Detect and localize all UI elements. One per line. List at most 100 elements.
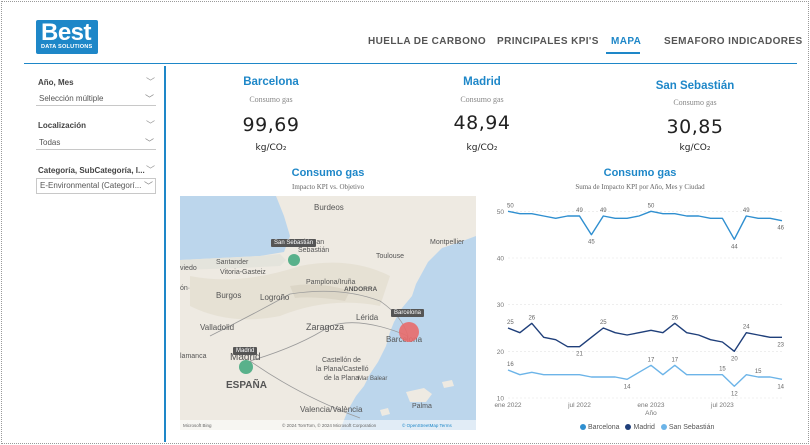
data-label: 26 bbox=[528, 315, 535, 321]
map-label-donostia-2: Sebastián bbox=[298, 247, 329, 254]
series-line-san-sebasti-n bbox=[507, 364, 783, 388]
map-bubble-madrid[interactable] bbox=[239, 360, 253, 374]
series-line-barcelona bbox=[507, 210, 783, 240]
data-label: 21 bbox=[576, 352, 583, 358]
map-attribution: © 2024 TomTom, © 2024 Microsoft Corporat… bbox=[282, 422, 377, 428]
filter-value: Todas bbox=[39, 138, 61, 147]
chart-subtitle: Suma de Impacto KPI por Año, Mes y Ciuda… bbox=[575, 183, 705, 191]
map-label-espana: ESPAÑA bbox=[226, 378, 267, 391]
data-label: 49 bbox=[576, 208, 583, 214]
map-label-santander: Santander bbox=[216, 259, 249, 266]
data-label: 20 bbox=[731, 356, 738, 362]
map-label-burgos: Burgos bbox=[216, 291, 241, 300]
map-subtitle: Impacto KPI vs. Objetivo bbox=[292, 183, 364, 191]
map-canvas[interactable]: Burdeos Montpellier Toulouse Santander V… bbox=[180, 196, 476, 430]
data-label: 15 bbox=[755, 369, 762, 375]
data-label: 50 bbox=[648, 203, 655, 209]
map-label-salamanca: lamanca bbox=[180, 353, 207, 360]
map-label-palma: Palma bbox=[412, 403, 432, 410]
collapse-chevron-icon[interactable]: ﹀ bbox=[146, 163, 155, 176]
header-divider bbox=[24, 63, 797, 64]
data-label: 24 bbox=[743, 325, 750, 331]
map-label-zaragoza: Zaragoza bbox=[306, 322, 344, 332]
legend-dot-barcelona bbox=[580, 424, 586, 430]
kpi-unit: kg/CO₂ bbox=[466, 143, 498, 153]
data-label: 16 bbox=[507, 362, 514, 368]
logo-text: Best bbox=[41, 19, 92, 46]
tab-principales-kpis[interactable]: PRINCIPALES KPI'S bbox=[497, 36, 599, 47]
kpi-caption: Consumo gas bbox=[460, 95, 504, 104]
data-label: 12 bbox=[731, 391, 738, 397]
bay-of-biscay bbox=[180, 196, 290, 260]
kpi-value: 48,94 bbox=[453, 112, 511, 134]
map-label-valladolid: Valladolid bbox=[200, 323, 234, 332]
data-label: 17 bbox=[671, 357, 678, 363]
filter-value: E-Environmental (Categorí... bbox=[40, 181, 142, 190]
map-label-mar-balear: Mar Balear bbox=[358, 376, 387, 382]
data-label: 49 bbox=[743, 208, 750, 214]
map-bubble-barcelona[interactable] bbox=[399, 322, 419, 342]
data-label: 17 bbox=[648, 357, 655, 363]
map-label-logrono: Logroño bbox=[260, 293, 290, 302]
map-label-lerida: Lérida bbox=[356, 313, 379, 322]
y-tick-label: 50 bbox=[497, 209, 505, 216]
data-label: 46 bbox=[777, 226, 784, 232]
filter-dropdown-ano-mes[interactable]: Selección múltiple ﹀ bbox=[36, 92, 156, 106]
bing-logo: Microsoft Bing bbox=[183, 423, 212, 428]
tab-mapa[interactable]: MAPA bbox=[611, 36, 641, 47]
y-tick-label: 20 bbox=[497, 349, 505, 356]
map-visual[interactable]: Burdeos Montpellier Toulouse Santander V… bbox=[180, 196, 476, 430]
data-label: 26 bbox=[671, 315, 678, 321]
tooltip-madrid: Madrid bbox=[233, 347, 258, 355]
map-bubble-san-sebastian[interactable] bbox=[288, 254, 300, 266]
kpi-unit: kg/CO₂ bbox=[255, 143, 287, 153]
filter-label-localizacion: Localización bbox=[38, 121, 87, 130]
chevron-down-icon: ﹀ bbox=[143, 182, 153, 192]
data-label: 23 bbox=[777, 342, 784, 348]
map-label-burdeos: Burdeos bbox=[314, 203, 344, 212]
brand-logo: Best DATA SOLUTIONS bbox=[36, 19, 98, 54]
tooltip-san-sebastian: San Sebastián bbox=[271, 239, 317, 247]
filter-dropdown-localizacion[interactable]: Todas ﹀ bbox=[36, 136, 156, 150]
data-label: 14 bbox=[777, 384, 784, 390]
legend-dot-madrid bbox=[625, 424, 632, 430]
collapse-chevron-icon[interactable]: ﹀ bbox=[146, 75, 155, 88]
logo-subtext: DATA SOLUTIONS bbox=[41, 44, 93, 50]
map-label-andorra: ANDORRA bbox=[344, 286, 378, 293]
legend-dot-san-sebastian bbox=[660, 424, 667, 430]
map-label-oviedo: viedo bbox=[180, 265, 197, 272]
line-chart[interactable]: 1020304050ene 2022 jul 2022 ene 2023 jul 20… bbox=[482, 196, 794, 422]
data-label: 25 bbox=[507, 320, 514, 326]
collapse-chevron-icon[interactable]: ﹀ bbox=[146, 118, 155, 131]
y-tick-label: 40 bbox=[497, 256, 505, 263]
filter-value: Selección múltiple bbox=[39, 94, 104, 103]
y-tick-label: 30 bbox=[497, 302, 505, 309]
x-tick-label: jul 2022 bbox=[567, 402, 591, 409]
filter-label-ano-mes: Año, Mes bbox=[38, 78, 74, 87]
kpi-caption: Consumo gas bbox=[673, 98, 717, 107]
legend-label: Barcelona bbox=[588, 424, 620, 431]
kpi-caption: Consumo gas bbox=[249, 95, 293, 104]
x-axis-label: Año bbox=[645, 410, 657, 417]
data-label: 44 bbox=[731, 244, 738, 250]
map-label-pamplona: Pamplona/Iruña bbox=[306, 279, 356, 286]
map-title: Consumo gas bbox=[291, 167, 365, 179]
map-label-montpellier: Montpellier bbox=[430, 239, 465, 246]
active-tab-indicator bbox=[606, 52, 640, 54]
tab-huella-de-carbono[interactable]: HUELLA DE CARBONO bbox=[368, 36, 486, 47]
kpi-city: Madrid bbox=[463, 76, 501, 88]
map-label-leon: ón· bbox=[180, 285, 190, 292]
kpi-unit: kg/CO₂ bbox=[679, 143, 711, 153]
legend-label: San Sebastián bbox=[668, 424, 715, 431]
kpi-value: 30,85 bbox=[666, 116, 724, 138]
x-tick-label: ene 2022 bbox=[494, 402, 521, 409]
map-attribution-links[interactable]: © OpenStreetMap Terms bbox=[402, 422, 453, 428]
data-label: 25 bbox=[600, 320, 607, 326]
tooltip-barcelona: Barcelona bbox=[391, 309, 425, 317]
map-label-toulouse: Toulouse bbox=[376, 253, 404, 260]
tab-semaforo-indicadores[interactable]: SEMAFORO INDICADORES bbox=[664, 36, 803, 47]
data-label: 15 bbox=[719, 367, 726, 373]
map-label-vitoria: Vitoria-Gasteiz bbox=[220, 269, 266, 276]
data-label: 45 bbox=[588, 240, 595, 246]
filter-dropdown-categoria[interactable]: E-Environmental (Categorí... ﹀ bbox=[36, 178, 156, 194]
